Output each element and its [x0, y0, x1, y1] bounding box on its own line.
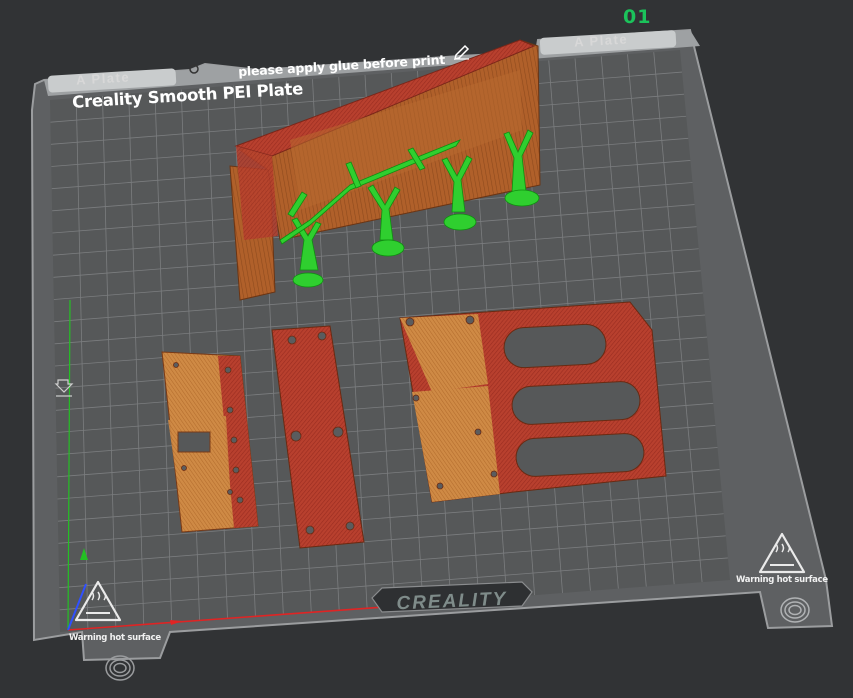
plate-tab-right-label[interactable]: A Plate [574, 31, 629, 49]
edit-icon[interactable] [453, 42, 471, 60]
model-large-plate [399, 301, 667, 503]
warning-left-label: Warning hot surface [69, 633, 161, 643]
warning-right-label: Warning hot surface [736, 575, 828, 585]
fingerprint-icon [105, 655, 135, 681]
plate-index: 01 [623, 6, 652, 28]
plate-tab-left-label[interactable]: A Plate [76, 69, 131, 87]
